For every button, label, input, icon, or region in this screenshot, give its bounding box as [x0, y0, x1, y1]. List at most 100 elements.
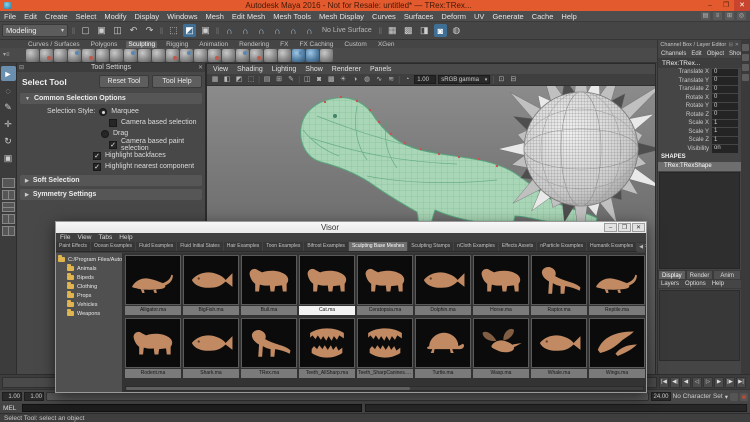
- menu-deform[interactable]: Deform: [441, 12, 466, 21]
- visor-help-menu[interactable]: Help: [119, 234, 132, 241]
- tab-humanik-examples[interactable]: Humanik Examples: [587, 242, 638, 251]
- tab-scroll-arrow-icon[interactable]: ◀: [637, 243, 645, 252]
- asset-tile[interactable]: Horse.ma: [473, 255, 529, 315]
- step-back-frame-button[interactable]: ◀|: [670, 376, 680, 388]
- divider[interactable]: ‖: [71, 24, 76, 38]
- help-search-icon[interactable]: ◎: [737, 12, 746, 20]
- tab-bifrost-examples[interactable]: Bifrost Examples: [304, 242, 349, 251]
- shelf-tab-polygons[interactable]: Polygons: [89, 41, 120, 48]
- menu-file[interactable]: File: [4, 12, 16, 21]
- sculpt-tool-icon[interactable]: [82, 48, 95, 62]
- two-d-pan-zoom-icon[interactable]: ⊞: [274, 75, 284, 85]
- isolate-select-icon[interactable]: ⊡: [496, 75, 506, 85]
- sculpt-tool-icon[interactable]: [96, 48, 109, 62]
- asset-tile[interactable]: Wasp.ma: [473, 318, 529, 378]
- render-current-frame-icon[interactable]: ▩: [402, 24, 415, 37]
- layout-persp-outliner-icon[interactable]: [1, 202, 15, 212]
- menu-windows[interactable]: Windows: [167, 12, 197, 21]
- asset-tile[interactable]: Turtle.ma: [415, 318, 471, 378]
- range-slider-track[interactable]: [46, 392, 649, 401]
- marquee-radio[interactable]: [99, 107, 108, 116]
- sculpt-tool-icon[interactable]: [208, 48, 221, 62]
- asset-tile[interactable]: Bull.ma: [241, 255, 297, 315]
- sculpt-tool-icon[interactable]: [138, 48, 151, 62]
- sculpt-tool-icon[interactable]: [26, 48, 39, 62]
- layout-persp-graph-icon[interactable]: [1, 226, 15, 236]
- tree-item-weapons[interactable]: Weapons: [58, 309, 122, 318]
- snap-point-icon[interactable]: ∩: [255, 24, 268, 37]
- asset-tile[interactable]: Teeth_SharpCanines.ma: [357, 318, 413, 378]
- command-language-label[interactable]: MEL: [3, 405, 19, 412]
- workspace-layout-icon[interactable]: ▤: [701, 12, 710, 20]
- horizontal-scrollbar[interactable]: [125, 386, 644, 391]
- edit-menu[interactable]: Edit: [691, 51, 701, 57]
- tree-root-item[interactable]: C:/Program Files/Autodesk/Maya2016...: [58, 255, 122, 264]
- asset-tile[interactable]: Ceratopsia.ma: [357, 255, 413, 315]
- shelf-tab-rendering[interactable]: Rendering: [237, 41, 271, 48]
- asset-tile[interactable]: Shark.ma: [183, 318, 239, 378]
- shelf-menu-icon[interactable]: ▾≡: [3, 50, 21, 60]
- tree-item-bipeds[interactable]: Bipeds: [58, 273, 122, 282]
- viewport-menu-shading[interactable]: Shading: [237, 66, 263, 73]
- channels-menu[interactable]: Channels: [661, 51, 686, 57]
- modeling-toolkit-toggle-icon[interactable]: [742, 74, 749, 81]
- divider[interactable]: ‖: [378, 24, 383, 38]
- tab-toon-examples[interactable]: Toon Examples: [263, 242, 305, 251]
- shelf-tab-rigging[interactable]: Rigging: [164, 41, 190, 48]
- new-scene-icon[interactable]: ▢: [79, 24, 92, 37]
- use-all-lights-icon[interactable]: ☀: [338, 75, 348, 85]
- open-scene-icon[interactable]: ▣: [95, 24, 108, 37]
- sculpt-tool-icon[interactable]: [236, 48, 249, 62]
- viewport-menu-panels[interactable]: Panels: [370, 66, 391, 73]
- viewport-menu-renderer[interactable]: Renderer: [332, 66, 361, 73]
- go-to-end-button[interactable]: ▶|: [736, 376, 746, 388]
- shadows-icon[interactable]: ◑: [350, 75, 360, 85]
- menu-cache[interactable]: Cache: [532, 12, 554, 21]
- menu-generate[interactable]: Generate: [492, 12, 523, 21]
- menu-uv[interactable]: UV: [474, 12, 484, 21]
- channel-value-field[interactable]: 1: [712, 119, 738, 127]
- scale-tool-icon[interactable]: ▣: [1, 151, 16, 166]
- menu-select[interactable]: Select: [76, 12, 97, 21]
- channel-value-field[interactable]: 0: [712, 85, 738, 93]
- asset-tile[interactable]: Raptor.ma: [531, 255, 587, 315]
- highlight-backfaces-checkbox[interactable]: ✓: [93, 151, 101, 160]
- channel-value-field[interactable]: 0: [712, 102, 738, 110]
- render-settings-icon[interactable]: ◙: [433, 24, 447, 37]
- tab-nparticle-examples[interactable]: nParticle Examples: [537, 242, 588, 251]
- step-back-key-button[interactable]: ◀: [681, 376, 691, 388]
- undo-icon[interactable]: ↶: [127, 24, 140, 37]
- select-camera-icon[interactable]: ▦: [210, 75, 220, 85]
- viewport-menu-view[interactable]: View: [213, 66, 228, 73]
- menu-edit[interactable]: Edit: [24, 12, 37, 21]
- menu-display[interactable]: Display: [135, 12, 160, 21]
- reset-tool-button[interactable]: Reset Tool: [99, 75, 149, 88]
- panel-grid-icon[interactable]: ⊞: [725, 12, 734, 20]
- sculpt-tool-icon[interactable]: [68, 48, 81, 62]
- layout-two-pane-icon[interactable]: [1, 190, 15, 200]
- tab-ocean-examples[interactable]: Ocean Examples: [91, 242, 137, 251]
- paint-select-tool-icon[interactable]: ✎: [1, 100, 16, 115]
- tab-effects-assets[interactable]: Effects Assets: [499, 242, 538, 251]
- sculpt-tool-icon[interactable]: [278, 48, 291, 62]
- camera-based-selection-checkbox[interactable]: [109, 118, 117, 127]
- asset-tile[interactable]: BigFish.ma: [183, 255, 239, 315]
- symmetry-settings-section[interactable]: ▶ Symmetry Settings: [20, 189, 202, 200]
- sculpt-freeze-icon[interactable]: [292, 48, 305, 62]
- visor-view-menu[interactable]: View: [77, 234, 91, 241]
- tab-ncloth-examples[interactable]: nCloth Examples: [454, 242, 499, 251]
- menu-curves[interactable]: Curves: [372, 12, 396, 21]
- drag-radio[interactable]: [101, 129, 109, 138]
- animation-start-field[interactable]: 1.00: [2, 392, 22, 401]
- grease-pencil-icon[interactable]: ✎: [286, 75, 296, 85]
- select-tool-icon[interactable]: ►: [0, 66, 16, 81]
- tab-fluid-initial-states[interactable]: Fluid Initial States: [177, 242, 224, 251]
- visor-close-button[interactable]: ✕: [632, 223, 645, 232]
- shaded-icon[interactable]: ◙: [314, 75, 324, 85]
- sculpt-tool-icon[interactable]: [40, 48, 53, 62]
- tool-help-button[interactable]: Tool Help: [152, 75, 202, 88]
- menu-mesh[interactable]: Mesh: [206, 12, 224, 21]
- tree-item-clothing[interactable]: Clothing: [58, 282, 122, 291]
- sculpt-tool-icon[interactable]: [166, 48, 179, 62]
- exposure-icon[interactable]: ◔: [402, 75, 412, 85]
